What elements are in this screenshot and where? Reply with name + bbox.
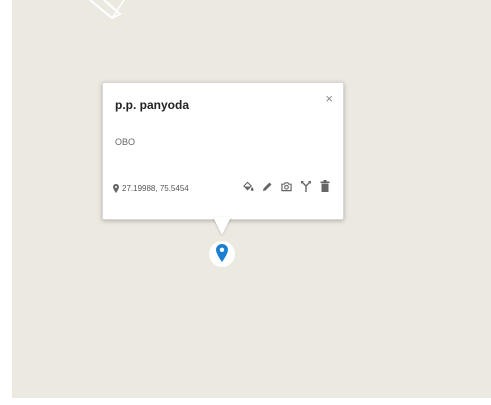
popup-pointer <box>213 217 231 235</box>
close-button[interactable]: × <box>325 91 333 106</box>
directions-icon[interactable] <box>300 180 311 192</box>
edit-icon[interactable] <box>262 180 273 192</box>
coordinates-text: 27.19988, 75.5454 <box>122 184 189 193</box>
coordinates-row: 27.19988, 75.5454 <box>113 184 189 193</box>
popup-toolbar <box>243 180 330 192</box>
camera-icon[interactable] <box>281 180 292 192</box>
map-canvas[interactable]: p.p. panyoda × OBO 27.19988, 75.5454 <box>12 0 491 398</box>
popup-title: p.p. panyoda <box>115 98 190 112</box>
popup-description: OBO <box>115 137 136 147</box>
delete-icon[interactable] <box>319 180 330 192</box>
map-marker-icon[interactable] <box>208 235 236 271</box>
location-pin-icon <box>113 184 119 193</box>
fill-color-icon[interactable] <box>243 180 254 192</box>
info-popup: p.p. panyoda × OBO 27.19988, 75.5454 <box>102 82 344 220</box>
